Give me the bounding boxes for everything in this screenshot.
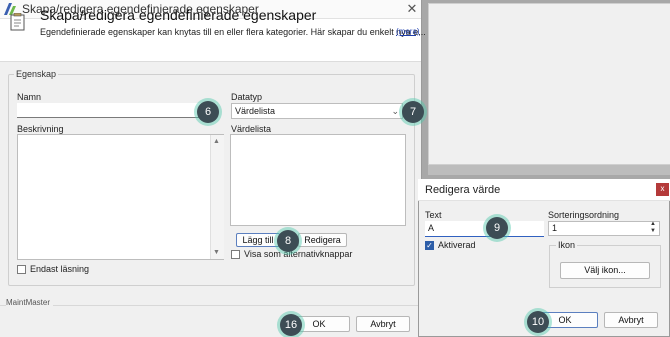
- readonly-label: Endast läsning: [30, 264, 90, 274]
- datatype-label: Datatyp: [231, 92, 263, 102]
- step-badge: 10: [527, 311, 549, 333]
- close-icon[interactable]: x: [656, 183, 669, 196]
- scroll-down-icon[interactable]: ▼: [213, 249, 220, 256]
- radio-buttons-label: Visa som alternativknappar: [244, 249, 353, 259]
- description-scrollbar[interactable]: ▲ ▼: [210, 135, 224, 259]
- step-badge: 6: [197, 101, 219, 123]
- background-panel: [428, 3, 670, 165]
- text-input[interactable]: A: [425, 221, 544, 237]
- text-value: A: [428, 223, 435, 233]
- step-badge: 16: [280, 314, 302, 336]
- name-label: Namn: [17, 92, 42, 102]
- footer-divider: [0, 305, 421, 306]
- edit-cancel-button[interactable]: Avbryt: [604, 312, 658, 328]
- sort-order-value: 1: [552, 223, 558, 233]
- scroll-up-icon[interactable]: ▲: [213, 138, 220, 145]
- edit-dialog-title: Redigera värde: [425, 184, 501, 196]
- radio-buttons-checkbox[interactable]: [231, 250, 240, 259]
- step-badge: 7: [402, 101, 424, 123]
- group-title: Egenskap: [14, 69, 59, 79]
- chevron-down-icon: ⌄: [391, 106, 399, 116]
- step-badge: 8: [277, 230, 299, 252]
- enabled-label: Aktiverad: [438, 240, 476, 250]
- text-label: Text: [425, 210, 442, 220]
- name-input[interactable]: [17, 103, 217, 118]
- edit-button[interactable]: Redigera: [298, 233, 347, 247]
- background-strip: [428, 165, 670, 175]
- valuelist-box[interactable]: [230, 134, 406, 226]
- choose-icon-button[interactable]: Välj ikon...: [560, 262, 650, 279]
- add-button[interactable]: Lägg till: [236, 233, 280, 247]
- datatype-value: Värdelista: [235, 106, 276, 116]
- sort-order-label: Sorteringsordning: [548, 210, 620, 220]
- header-title: Skapa/redigera egendefinierade egenskape…: [40, 7, 317, 23]
- sort-order-stepper[interactable]: 1 ▲ ▼: [548, 221, 660, 236]
- enabled-checkbox[interactable]: ✓: [425, 241, 434, 250]
- icon-group-title: Ikon: [556, 240, 578, 250]
- step-badge: 9: [486, 217, 508, 239]
- description-textarea[interactable]: [17, 134, 224, 260]
- close-icon[interactable]: ✕: [403, 0, 421, 18]
- header-subtitle: Egendefinierade egenskaper kan knytas ti…: [40, 27, 426, 37]
- document-icon: [10, 13, 25, 31]
- cancel-button[interactable]: Avbryt: [356, 316, 410, 332]
- stepper-arrows-icon[interactable]: ▲ ▼: [650, 221, 656, 235]
- more-link[interactable]: (mera): [396, 27, 420, 36]
- datatype-select[interactable]: Värdelista ⌄: [231, 103, 403, 119]
- description-label: Beskrivning: [17, 124, 64, 134]
- dialog-header: [0, 19, 421, 62]
- valuelist-label: Värdelista: [231, 124, 272, 134]
- readonly-checkbox[interactable]: [17, 265, 26, 274]
- footer-brand: MaintMaster: [6, 298, 54, 307]
